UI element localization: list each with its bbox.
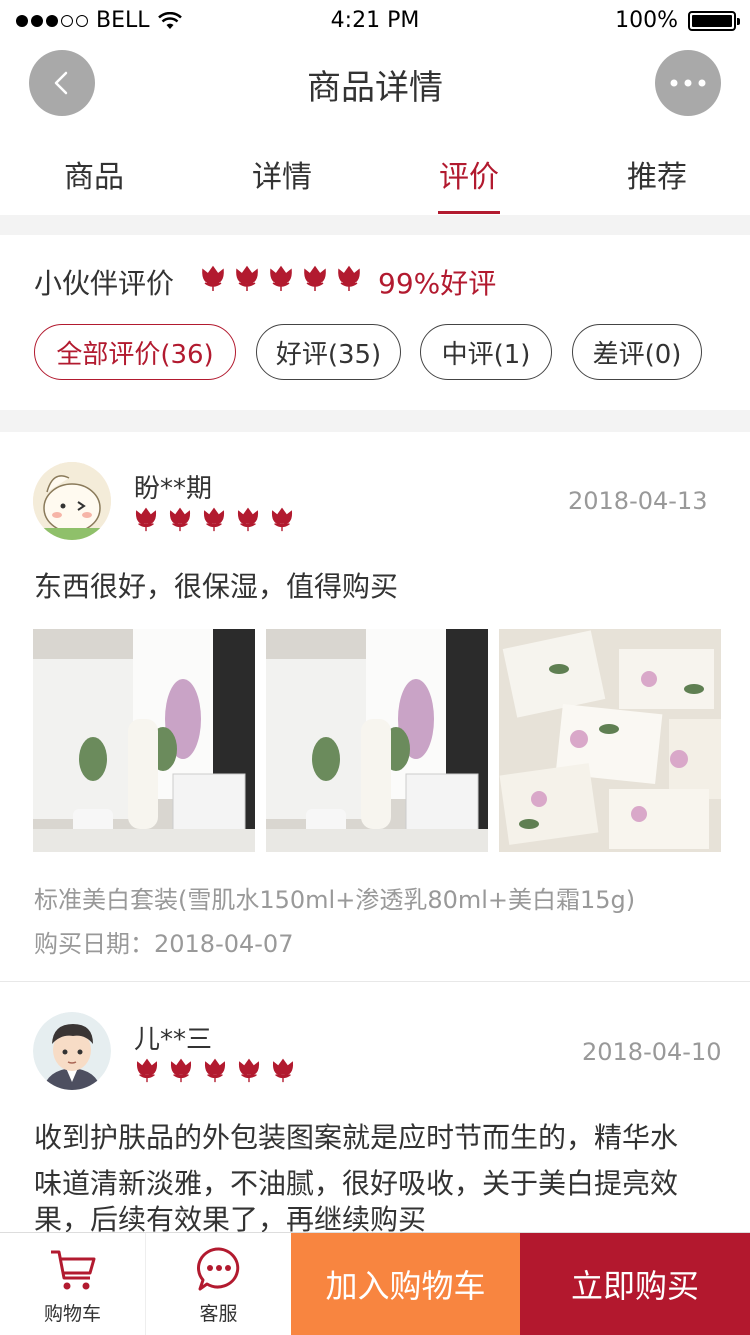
- tulip-icon: [271, 507, 293, 532]
- review-photo[interactable]: [499, 629, 721, 852]
- tulip-icon: [236, 265, 258, 291]
- tulip-icon: [202, 265, 224, 291]
- divider: [0, 981, 750, 982]
- filter-all[interactable]: 全部评价(36): [34, 324, 236, 380]
- tab-details[interactable]: 详情: [252, 152, 312, 196]
- reviewer-name: 儿**三: [134, 1025, 213, 1055]
- more-button[interactable]: [655, 50, 721, 116]
- tulip-icon: [169, 507, 191, 532]
- filter-good[interactable]: 好评(35): [256, 324, 401, 380]
- more-dots-icon: [670, 79, 706, 87]
- tulip-icon: [270, 265, 292, 291]
- bottom-action-bar: 购物车 客服 加入购物车 立即购买: [0, 1232, 750, 1335]
- tulip-icon: [304, 265, 326, 291]
- buy-now-button[interactable]: 立即购买: [520, 1233, 750, 1335]
- section-divider: [0, 410, 750, 432]
- page-title: 商品详情: [307, 68, 443, 108]
- avatar: [33, 462, 111, 540]
- tulip-icon: [272, 1058, 294, 1083]
- customer-service[interactable]: 客服: [145, 1233, 291, 1335]
- tulip-icon: [338, 265, 360, 291]
- purchase-date: 购买日期：2018-04-07: [34, 930, 294, 958]
- review-date: 2018-04-10: [582, 1038, 722, 1066]
- tab-bar: 商品 详情 评价 推荐: [0, 140, 750, 216]
- review-photo[interactable]: [266, 629, 488, 852]
- tulip-icon: [170, 1058, 192, 1083]
- avatar: [33, 1012, 111, 1090]
- tulip-icon: [237, 507, 259, 532]
- tulip-icon: [203, 507, 225, 532]
- add-to-cart-button[interactable]: 加入购物车: [291, 1233, 520, 1335]
- battery-icon: [688, 10, 740, 31]
- tab-product[interactable]: 商品: [64, 152, 124, 196]
- battery-percent: 100%: [615, 8, 678, 33]
- tulip-icon: [204, 1058, 226, 1083]
- cart-icon: [51, 1250, 96, 1290]
- status-bar: BELL 4:21 PM 100%: [0, 0, 750, 40]
- active-tab-indicator: [438, 211, 500, 214]
- chat-icon: [197, 1247, 240, 1291]
- cart-shortcut[interactable]: 购物车: [0, 1233, 145, 1335]
- filter-bad[interactable]: 差评(0): [572, 324, 702, 380]
- filter-neutral[interactable]: 中评(1): [420, 324, 552, 380]
- tulip-icon: [136, 1058, 158, 1083]
- rating-summary-label: 小伙伴评价: [34, 267, 175, 300]
- tulip-icon: [238, 1058, 260, 1083]
- section-divider: [0, 215, 750, 235]
- tab-reviews[interactable]: 评价: [439, 152, 499, 196]
- tulip-icon: [135, 507, 157, 532]
- purchase-spec: 标准美白套装(雪肌水150ml+渗透乳80ml+美白霜15g): [34, 886, 636, 914]
- review-date: 2018-04-13: [568, 487, 708, 515]
- review-text-line: 收到护肤品的外包装图案就是应时节而生的，精华水: [34, 1121, 679, 1154]
- review-photo[interactable]: [33, 629, 255, 852]
- review-text: 东西很好，很保湿，值得购买: [34, 570, 399, 603]
- good-rate: 99%好评: [378, 267, 497, 300]
- service-label: 客服: [199, 1303, 238, 1325]
- status-right: 100%: [615, 8, 740, 33]
- cart-label: 购物车: [43, 1303, 101, 1325]
- tab-recommend[interactable]: 推荐: [627, 152, 687, 196]
- reviewer-name: 盼**期: [134, 474, 213, 504]
